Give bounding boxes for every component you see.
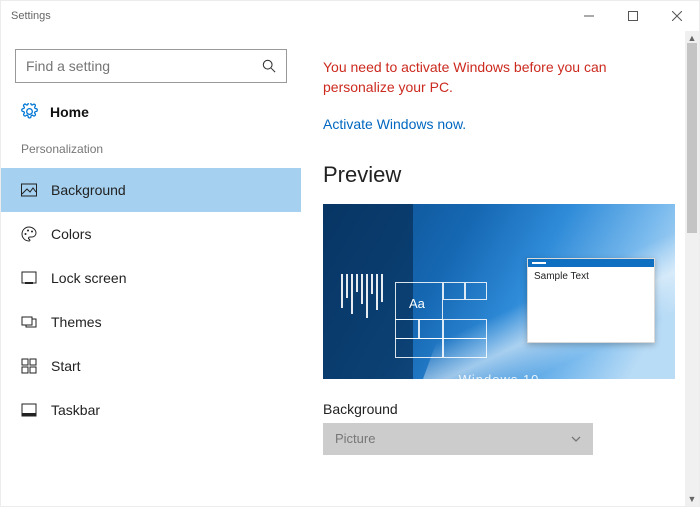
nav-colors[interactable]: Colors bbox=[1, 212, 301, 256]
chevron-down-icon bbox=[571, 434, 581, 444]
preview-window: Sample Text bbox=[527, 258, 655, 343]
nav-label: Themes bbox=[51, 314, 102, 330]
search-input[interactable] bbox=[26, 58, 262, 74]
search-box[interactable] bbox=[15, 49, 287, 83]
nav-themes[interactable]: Themes bbox=[1, 300, 301, 344]
search-icon bbox=[262, 59, 276, 73]
home-label: Home bbox=[50, 104, 89, 120]
nav-label: Background bbox=[51, 182, 126, 198]
nav-background[interactable]: Background bbox=[1, 168, 301, 212]
nav-label: Taskbar bbox=[51, 402, 100, 418]
nav-start[interactable]: Start bbox=[1, 344, 301, 388]
home-link[interactable]: Home bbox=[1, 101, 301, 132]
nav-label: Colors bbox=[51, 226, 91, 242]
lockscreen-icon bbox=[21, 270, 37, 286]
window-title: Settings bbox=[11, 10, 51, 22]
scroll-thumb[interactable] bbox=[687, 43, 697, 233]
maximize-button[interactable] bbox=[611, 1, 655, 31]
close-icon bbox=[672, 11, 682, 21]
close-button[interactable] bbox=[655, 1, 699, 31]
scroll-down-icon[interactable]: ▼ bbox=[685, 492, 699, 506]
minimize-button[interactable] bbox=[567, 1, 611, 31]
background-label: Background bbox=[323, 401, 677, 417]
preview-aa: Aa bbox=[409, 296, 425, 311]
preview-sample-text: Sample Text bbox=[528, 267, 654, 286]
preview-tiles-icon bbox=[395, 282, 505, 362]
activate-link[interactable]: Activate Windows now. bbox=[323, 116, 466, 132]
picture-icon bbox=[21, 182, 37, 198]
vertical-scrollbar[interactable]: ▲ ▼ bbox=[685, 31, 699, 506]
title-bar: Settings bbox=[1, 1, 699, 31]
preview-thumbnail: Aa Sample Text Windows 10 bbox=[323, 204, 675, 379]
start-icon bbox=[21, 358, 37, 374]
palette-icon bbox=[21, 226, 37, 242]
preview-brand: Windows 10 bbox=[459, 372, 540, 379]
background-dropdown[interactable]: Picture bbox=[323, 423, 593, 455]
nav-label: Start bbox=[51, 358, 81, 374]
preview-chart-icon bbox=[341, 274, 383, 318]
nav-label: Lock screen bbox=[51, 270, 126, 286]
activation-warning: You need to activate Windows before you … bbox=[323, 57, 677, 98]
nav-taskbar[interactable]: Taskbar bbox=[1, 388, 301, 432]
main-content: You need to activate Windows before you … bbox=[301, 31, 699, 506]
maximize-icon bbox=[628, 11, 638, 21]
nav-list: Background Colors Lock screen Themes bbox=[1, 168, 301, 432]
section-header: Personalization bbox=[1, 132, 301, 168]
gear-icon bbox=[21, 103, 38, 120]
taskbar-icon bbox=[21, 402, 37, 418]
window-controls bbox=[567, 1, 699, 31]
nav-lockscreen[interactable]: Lock screen bbox=[1, 256, 301, 300]
sidebar: Home Personalization Background Colors bbox=[1, 31, 301, 506]
preview-heading: Preview bbox=[323, 162, 677, 188]
background-selected: Picture bbox=[335, 431, 375, 446]
minimize-icon bbox=[584, 11, 594, 21]
themes-icon bbox=[21, 314, 37, 330]
